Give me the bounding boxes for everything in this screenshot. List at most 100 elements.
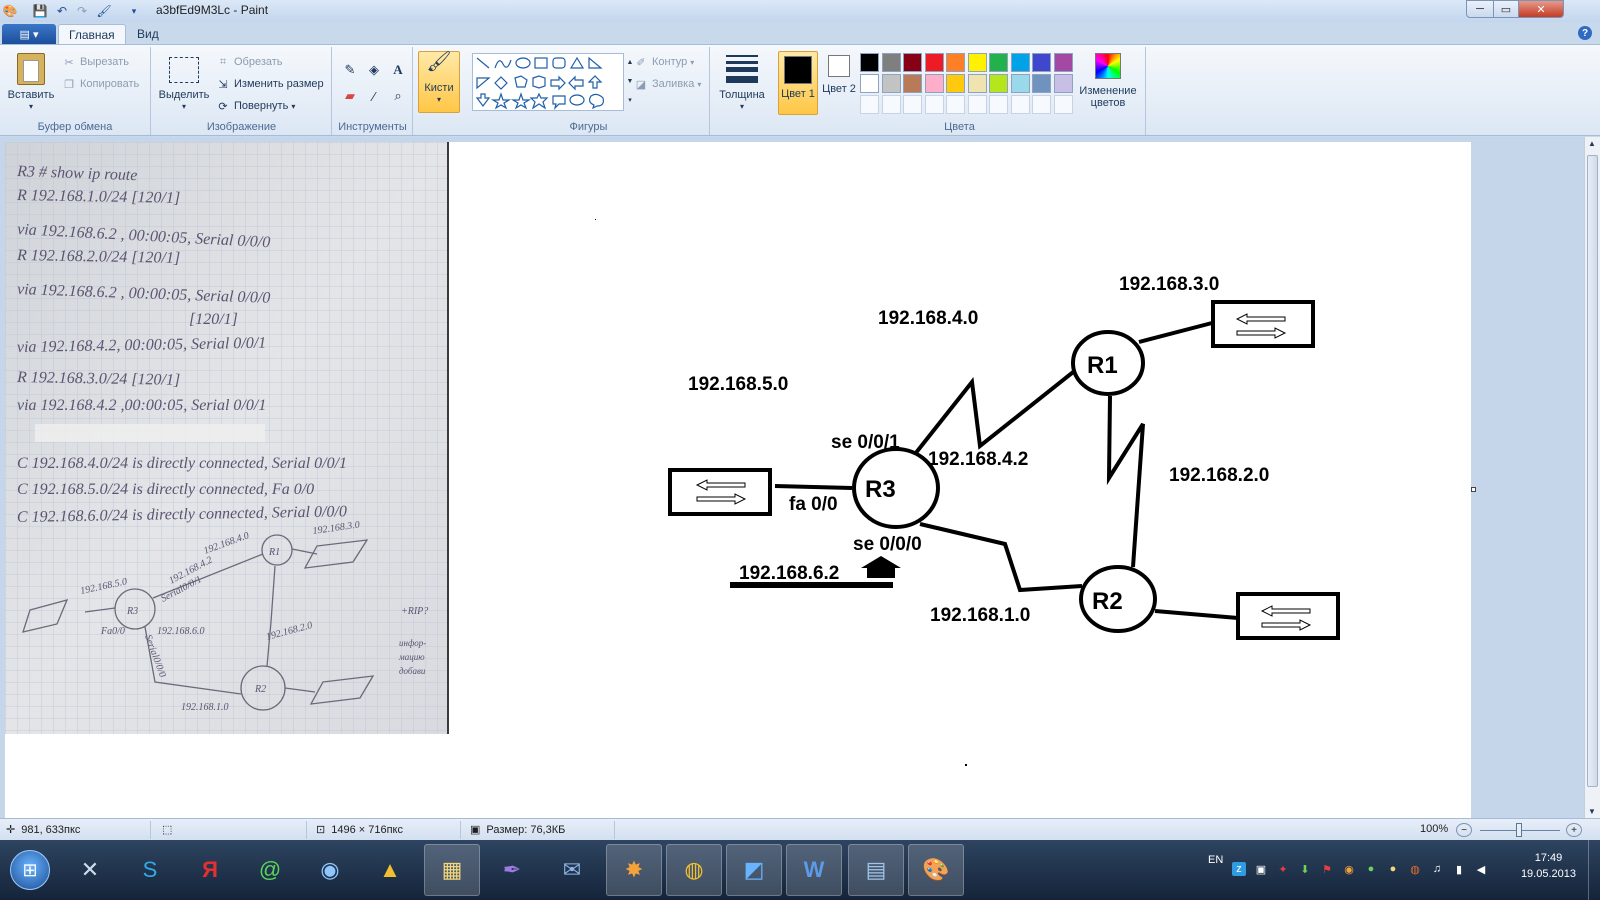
color-swatch[interactable]	[860, 74, 879, 93]
resize-button[interactable]: ⇲ Изменить размер	[216, 77, 323, 91]
photo-viewer-icon[interactable]: ▤	[848, 844, 904, 896]
custom-color-slot[interactable]	[924, 95, 944, 114]
color-swatch[interactable]	[924, 74, 944, 93]
tray-app-icon[interactable]: z	[1232, 862, 1246, 876]
redo-icon[interactable]: ↷	[74, 3, 90, 19]
color2-button[interactable]: Цвет 2	[822, 55, 856, 95]
show-desktop-button[interactable]	[1588, 840, 1600, 900]
mail-icon[interactable]: ✉	[544, 844, 600, 896]
custom-color-slot[interactable]	[989, 95, 1008, 114]
color-swatch[interactable]	[946, 74, 965, 93]
eraser-icon[interactable]: ▰	[339, 85, 361, 107]
outline-button[interactable]: ✐ Контур ▾	[634, 55, 694, 69]
chrome-icon[interactable]: ◍	[666, 844, 722, 896]
custom-color-slot[interactable]	[946, 95, 965, 114]
custom-color-slot[interactable]	[1032, 95, 1051, 114]
clock[interactable]: 17:49 19.05.2013	[1521, 850, 1576, 882]
close-button[interactable]: ✕	[1518, 0, 1564, 18]
skype-icon[interactable]: S	[122, 844, 178, 896]
zoom-out-button[interactable]: −	[1456, 823, 1472, 837]
color-swatch[interactable]	[903, 53, 922, 72]
color-swatch[interactable]	[881, 53, 901, 72]
app-star-icon[interactable]: ✸	[606, 844, 662, 896]
file-explorer-icon[interactable]: ▦	[424, 844, 480, 896]
language-indicator[interactable]: EN	[1208, 854, 1223, 866]
tray-flag-icon[interactable]: ⚑	[1320, 862, 1334, 876]
text-tool-icon[interactable]: A	[387, 59, 409, 81]
scroll-up-icon[interactable]: ▲	[1588, 139, 1596, 148]
scroll-down-icon[interactable]: ▼	[1588, 807, 1596, 816]
paint-taskbar-icon[interactable]: 🎨	[908, 844, 964, 896]
pencil-icon[interactable]: ✎	[339, 59, 361, 81]
canvas-resize-handle[interactable]	[1471, 487, 1476, 492]
brushes-button[interactable]: 🖌 Кисти ▾	[418, 51, 460, 113]
custom-color-slot[interactable]	[1010, 95, 1030, 114]
color-swatch[interactable]	[1010, 53, 1030, 72]
tray-shield-icon[interactable]: ▮	[1452, 862, 1466, 876]
copy-button[interactable]: ❐ Копировать	[62, 77, 139, 91]
save-icon[interactable]: 💾	[32, 3, 48, 19]
zoom-slider-thumb[interactable]	[1516, 823, 1522, 837]
tray-yellow-icon[interactable]: ●	[1386, 862, 1400, 876]
app-pen-icon[interactable]: ✒	[484, 844, 540, 896]
tray-acrobat-icon[interactable]: ✦	[1276, 862, 1290, 876]
paint-menu-button[interactable]: ▤ ▾	[2, 24, 56, 44]
help-icon[interactable]: ?	[1578, 26, 1592, 40]
cut-button[interactable]: ✂ Вырезать	[62, 55, 129, 69]
customize-quick-access-icon[interactable]: ▾	[126, 3, 142, 19]
color-swatch[interactable]	[967, 53, 987, 72]
tab-view[interactable]: Вид	[127, 24, 169, 44]
paint-app-icon[interactable]: 🎨	[2, 3, 18, 19]
word-icon[interactable]: W	[786, 844, 842, 896]
start-button[interactable]: ⊞	[2, 844, 58, 896]
scrollbar-thumb[interactable]	[1587, 155, 1598, 787]
rotate-button[interactable]: ⟳ Повернуть ▾	[216, 99, 295, 113]
color-swatch[interactable]	[946, 53, 965, 72]
yandex-icon[interactable]: Я	[182, 844, 238, 896]
shapes-gallery-scroll[interactable]: ▲ ▼ ▾	[626, 53, 634, 111]
taskbar-app-x-icon[interactable]: ✕	[62, 844, 118, 896]
maximize-button[interactable]: ▭	[1493, 0, 1519, 18]
quick-access-icon[interactable]: 🖌	[96, 3, 112, 19]
color-swatch[interactable]	[924, 53, 944, 72]
tray-green-icon[interactable]: ●	[1364, 862, 1378, 876]
crop-button[interactable]: ⌗ Обрезать	[216, 55, 283, 69]
color-swatch[interactable]	[1053, 74, 1073, 93]
app-triangle-icon[interactable]: ▲	[362, 844, 418, 896]
custom-color-slot[interactable]	[881, 95, 901, 114]
tray-network-icon[interactable]: ▣	[1254, 862, 1268, 876]
custom-color-slot[interactable]	[860, 95, 879, 114]
drawing-canvas[interactable]: R3 # show ip route R 192.168.1.0/24 [120/…	[5, 142, 1471, 818]
tray-audio-icon[interactable]: ♫	[1430, 862, 1444, 876]
color-swatch[interactable]	[989, 74, 1008, 93]
fill-button[interactable]: ◪ Заливка ▾	[634, 77, 702, 91]
color-swatch[interactable]	[1053, 53, 1073, 72]
fill-bucket-icon[interactable]: ◈	[363, 59, 385, 81]
color-swatch[interactable]	[1010, 74, 1030, 93]
app-diagonal-icon[interactable]: ◩	[726, 844, 782, 896]
color-picker-icon[interactable]: ⁄	[363, 85, 385, 107]
undo-icon[interactable]: ↶	[54, 3, 70, 19]
webcam-icon[interactable]: ◉	[302, 844, 358, 896]
tab-home[interactable]: Главная	[58, 24, 126, 44]
volume-icon[interactable]: ◀	[1474, 862, 1488, 876]
zoom-in-button[interactable]: +	[1566, 823, 1582, 837]
paste-button[interactable]: Вставить ▾	[6, 53, 56, 113]
color-swatch[interactable]	[1032, 74, 1051, 93]
magnifier-icon[interactable]: ⌕	[387, 85, 409, 107]
edit-colors-button[interactable]: Изменение цветов	[1076, 53, 1140, 109]
tray-download-icon[interactable]: ⬇	[1298, 862, 1312, 876]
custom-color-slot[interactable]	[1053, 95, 1073, 114]
color-swatch[interactable]	[903, 74, 922, 93]
tray-avast-icon[interactable]: ◉	[1342, 862, 1356, 876]
color-swatch[interactable]	[1032, 53, 1051, 72]
canvas-workspace[interactable]: R3 # show ip route R 192.168.1.0/24 [120/…	[0, 137, 1584, 818]
vertical-scrollbar[interactable]: ▲ ▼	[1584, 137, 1600, 818]
minimize-button[interactable]: ─	[1466, 0, 1494, 18]
color-swatch[interactable]	[881, 74, 901, 93]
shapes-gallery[interactable]	[472, 53, 624, 111]
custom-color-slot[interactable]	[903, 95, 922, 114]
select-button[interactable]: Выделить ▾	[156, 57, 212, 113]
icq-icon[interactable]: @	[242, 844, 298, 896]
custom-color-slot[interactable]	[967, 95, 987, 114]
